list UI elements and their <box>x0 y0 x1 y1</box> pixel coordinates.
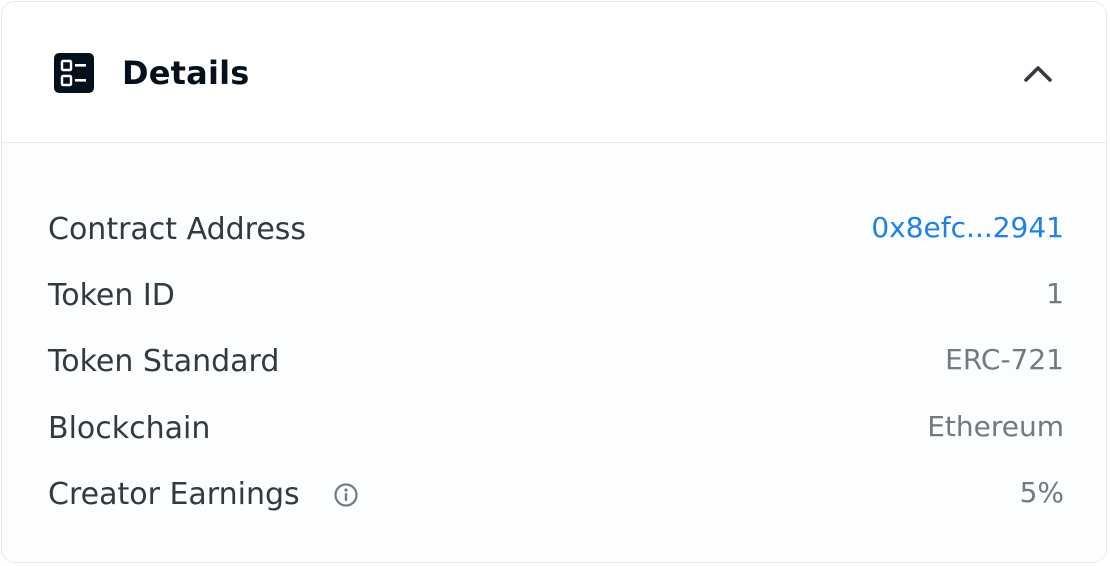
chevron-up-icon[interactable] <box>1021 59 1055 87</box>
contract-address-link[interactable]: 0x8efc...2941 <box>871 208 1064 248</box>
details-content: Contract Address 0x8efc...2941 Token ID … <box>2 143 1106 562</box>
token-id-value: 1 <box>1046 277 1064 310</box>
details-accordion-header[interactable]: Details <box>2 2 1106 143</box>
creator-earnings-value: 5% <box>1019 476 1064 509</box>
detail-row-token-standard: Token Standard ERC-721 <box>48 340 1064 384</box>
detail-row-contract-address: Contract Address 0x8efc...2941 <box>48 208 1064 252</box>
details-title: Details <box>122 54 250 92</box>
blockchain-label: Blockchain <box>48 411 211 446</box>
blockchain-value: Ethereum <box>927 410 1064 443</box>
token-id-label: Token ID <box>48 278 175 313</box>
token-standard-value: ERC-721 <box>945 343 1064 376</box>
detail-row-token-id: Token ID 1 <box>48 274 1064 318</box>
info-icon[interactable] <box>333 482 359 508</box>
contract-address-label: Contract Address <box>48 212 307 247</box>
creator-earnings-label: Creator Earnings <box>48 477 300 512</box>
detail-row-creator-earnings: Creator Earnings 5% <box>48 473 1064 517</box>
details-list-icon <box>54 53 94 93</box>
token-standard-label: Token Standard <box>48 344 280 379</box>
detail-row-blockchain: Blockchain Ethereum <box>48 407 1064 451</box>
details-panel: Details Contract Address 0x8efc...2941 T… <box>1 1 1107 563</box>
